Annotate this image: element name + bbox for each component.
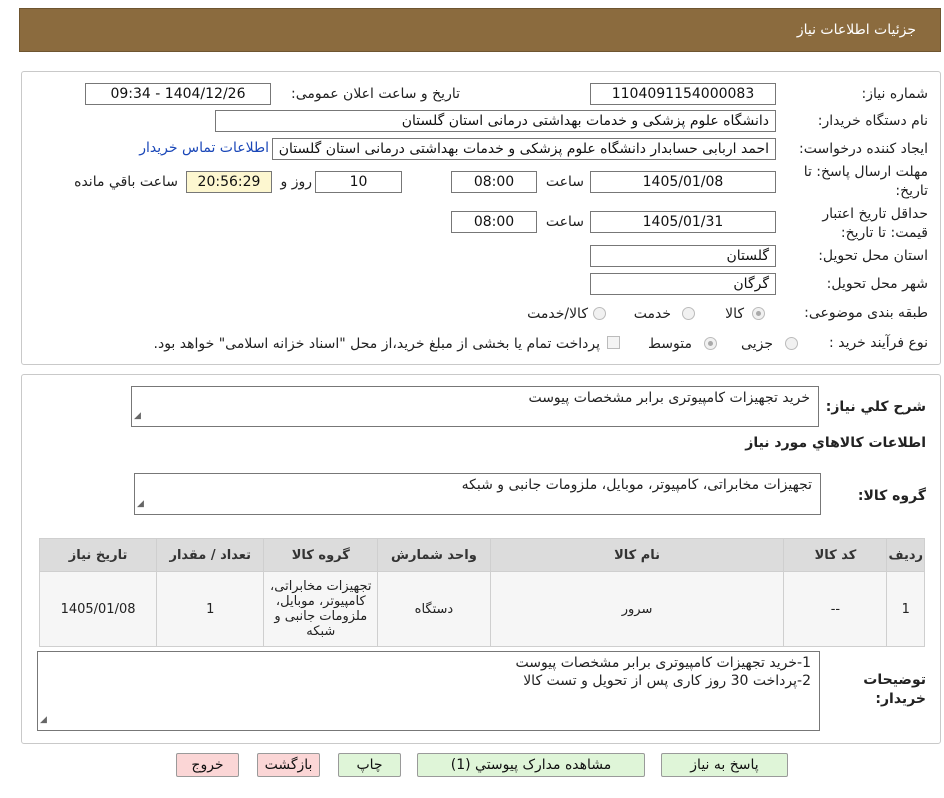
summary-field: خرید تجهیزات کامپیوتری برابر مشخصات پیوس… xyxy=(131,386,819,427)
summary-label: شرح کلي نياز: xyxy=(825,399,926,415)
goods-table: رديف کد کالا نام کالا واحد شمارش گروه کا… xyxy=(38,538,925,647)
process-radio-medium[interactable] xyxy=(704,337,717,350)
col-code: کد کالا xyxy=(783,538,888,572)
print-button[interactable]: چاپ xyxy=(338,753,401,777)
need-number-label: شماره نیاز: xyxy=(861,86,929,102)
remaining-label: ساعت باقي مانده xyxy=(74,174,178,190)
validity-label: حداقل تاریخ اعتبار xyxy=(822,206,928,222)
requester-field: احمد اربابی حسابدار دانشگاه علوم پزشکی و… xyxy=(272,138,776,160)
resize-grip-icon[interactable]: ◢ xyxy=(134,407,141,425)
back-button[interactable]: بازگشت xyxy=(257,753,320,777)
col-name: نام کالا xyxy=(489,538,785,572)
goods-group-label: گروه کالا: xyxy=(857,488,926,504)
announce-label: تاریخ و ساعت اعلان عمومی: xyxy=(291,86,460,102)
deadline-time-field: 08:00 xyxy=(451,171,537,193)
cell-row: 1 xyxy=(886,571,925,647)
cell-qty: 1 xyxy=(156,571,265,647)
province-field: گلستان xyxy=(590,245,776,267)
goods-table-header: رديف کد کالا نام کالا واحد شمارش گروه کا… xyxy=(38,538,925,572)
goods-section-title: اطلاعات کالاهاي مورد نياز xyxy=(745,435,926,451)
goods-group-text: تجهیزات مخابراتی، کامپیوتر، موبایل، ملزو… xyxy=(461,477,812,493)
process-radio-small[interactable] xyxy=(785,337,798,350)
city-field: گرگان xyxy=(590,273,776,295)
cell-group: تجهیزات مخابراتی، کامپیوتر، موبایل، ملزو… xyxy=(263,571,379,647)
notes-line-1: 1-خرید تجهیزات کامپیوتری برابر مشخصات پی… xyxy=(515,655,811,671)
col-qty: تعداد / مقدار xyxy=(156,538,265,572)
need-number-field: 1104091154000083 xyxy=(590,83,776,105)
resize-grip-icon[interactable]: ◢ xyxy=(137,495,144,513)
cell-name: سرور xyxy=(489,571,785,647)
cell-date: 1405/01/08 xyxy=(38,571,158,647)
col-date: تاريخ نياز xyxy=(38,538,158,572)
page-header: جزئیات اطلاعات نیاز xyxy=(19,8,941,52)
resize-grip-icon[interactable]: ◢ xyxy=(40,711,47,729)
days-label: روز و xyxy=(280,174,313,190)
category-radio-service[interactable] xyxy=(682,307,695,320)
notes-field: 1-خرید تجهیزات کامپیوتری برابر مشخصات پی… xyxy=(37,651,820,731)
reply-button[interactable]: پاسخ به نیاز xyxy=(661,753,788,777)
col-group: گروه کالا xyxy=(263,538,379,572)
category-service-label: خدمت xyxy=(633,306,671,322)
buyer-contact-link[interactable]: اطلاعات تماس خریدار xyxy=(139,140,269,156)
deadline-label-2: تاریخ: xyxy=(895,183,928,199)
col-row: رديف xyxy=(886,538,925,572)
buyer-org-label: نام دستگاه خریدار: xyxy=(817,113,928,129)
table-row: 1 -- سرور دستگاه تجهیزات مخابراتی، کامپی… xyxy=(38,571,925,647)
city-label: شهر محل تحویل: xyxy=(826,276,928,292)
goods-group-field: تجهیزات مخابراتی، کامپیوتر، موبایل، ملزو… xyxy=(134,473,821,515)
notes-label-2: خریدار: xyxy=(875,691,926,707)
category-goods-label: کالا xyxy=(725,306,744,322)
notes-label: توضیحات xyxy=(863,672,926,688)
deadline-date-field: 1405/01/08 xyxy=(590,171,776,193)
remaining-time-field: 20:56:29 xyxy=(186,171,272,193)
exit-button[interactable]: خروج xyxy=(176,753,239,777)
buyer-org-field: دانشگاه علوم پزشکی و خدمات بهداشتی درمان… xyxy=(215,110,776,132)
deadline-time-label: ساعت xyxy=(545,174,584,190)
validity-date-field: 1405/01/31 xyxy=(590,211,776,233)
validity-time-label: ساعت xyxy=(545,214,584,230)
process-small-label: جزیی xyxy=(741,336,773,352)
view-attachments-button[interactable]: مشاهده مدارک پیوستي (1) xyxy=(417,753,645,777)
deadline-label: مهلت ارسال پاسخ: تا xyxy=(803,164,928,180)
summary-text: خرید تجهیزات کامپیوتری برابر مشخصات پیوس… xyxy=(528,390,810,406)
category-both-label: کالا/خدمت xyxy=(527,306,588,322)
col-unit: واحد شمارش xyxy=(377,538,491,572)
payment-note: پرداخت تمام یا بخشی از مبلغ خرید،از محل … xyxy=(153,336,600,352)
treasury-checkbox[interactable] xyxy=(607,336,620,349)
province-label: استان محل تحویل: xyxy=(818,248,928,264)
notes-line-2: 2-پرداخت 30 روز کاری پس از تحویل و تست ک… xyxy=(523,673,811,689)
validity-time-field: 08:00 xyxy=(451,211,537,233)
category-radio-both[interactable] xyxy=(593,307,606,320)
process-label: نوع فرآیند خرید : xyxy=(829,335,928,351)
category-radio-goods[interactable] xyxy=(752,307,765,320)
days-field: 10 xyxy=(315,171,402,193)
cell-unit: دستگاه xyxy=(377,571,491,647)
category-label: طبقه بندی موضوعی: xyxy=(804,305,928,321)
requester-label: ایجاد کننده درخواست: xyxy=(799,141,928,157)
announce-date-field: 1404/12/26 - 09:34 xyxy=(85,83,271,105)
page-title: جزئیات اطلاعات نیاز xyxy=(796,22,916,38)
process-medium-label: متوسط xyxy=(648,336,692,352)
cell-code: -- xyxy=(783,571,888,647)
validity-label-2: قیمت: تا تاریخ: xyxy=(840,225,928,241)
